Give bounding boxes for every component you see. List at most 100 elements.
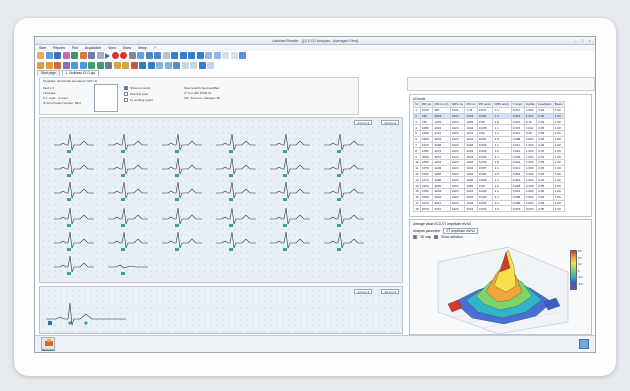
beat-template[interactable] — [216, 156, 256, 178]
help-icon[interactable] — [239, 52, 246, 59]
beat-template[interactable] — [324, 156, 364, 178]
template-2-icon[interactable] — [122, 62, 129, 69]
app-launcher-button[interactable]: Blanket/Sc... — [41, 337, 57, 352]
beat-template[interactable] — [270, 180, 310, 202]
maximize-icon[interactable]: □ — [579, 38, 586, 43]
beat-template[interactable] — [108, 132, 148, 154]
beat-template[interactable] — [324, 230, 364, 252]
alarm-icon[interactable] — [130, 62, 138, 69]
menu-plot[interactable]: Plot — [72, 46, 78, 50]
beat-template[interactable] — [324, 132, 364, 154]
grid-icon[interactable] — [88, 52, 95, 59]
strip-scale-left[interactable]: 24 mm ▾ — [354, 289, 372, 294]
menu-show[interactable]: Show — [123, 46, 131, 50]
beat-template[interactable] — [162, 230, 202, 252]
export-icon[interactable] — [71, 52, 78, 59]
view-3-icon[interactable] — [207, 62, 214, 69]
beat-template[interactable] — [108, 230, 148, 252]
wave-tool-icon[interactable] — [37, 62, 44, 69]
help-corner-icon[interactable] — [579, 339, 589, 349]
cursor-icon[interactable] — [171, 52, 178, 59]
menu-help[interactable]: ? — [154, 46, 156, 50]
scale-dropdown-left[interactable]: 24 mm ▾ — [354, 120, 372, 125]
menu-reports[interactable]: Reports — [53, 46, 65, 50]
show-selection-checkbox[interactable] — [434, 235, 439, 239]
beat-template[interactable] — [162, 206, 202, 228]
view-active-icon[interactable] — [198, 62, 206, 69]
undo-icon[interactable] — [222, 52, 229, 59]
beat-template[interactable] — [108, 180, 148, 202]
paste-icon[interactable] — [164, 62, 172, 69]
play-icon[interactable] — [105, 52, 110, 59]
beat-template[interactable] — [162, 180, 202, 202]
marker-icon[interactable] — [137, 52, 144, 59]
trend-icon[interactable] — [62, 62, 70, 69]
working-report-checkbox[interactable] — [124, 98, 128, 102]
zoom-out-icon[interactable] — [154, 52, 161, 59]
filter-icon[interactable] — [205, 52, 212, 59]
settings-icon[interactable] — [96, 52, 104, 59]
beat-template[interactable] — [324, 180, 364, 202]
open-icon[interactable] — [45, 52, 53, 59]
tab-start-page[interactable]: Start page — [37, 70, 60, 76]
new-file-icon[interactable] — [37, 52, 44, 59]
beat-template[interactable] — [270, 206, 310, 228]
copy-icon[interactable] — [156, 62, 163, 69]
stat-2-icon[interactable] — [147, 62, 155, 69]
3d-map-checkbox[interactable] — [413, 235, 417, 239]
save-icon[interactable] — [54, 52, 61, 59]
beat-template[interactable] — [54, 254, 94, 276]
beat-remove-icon[interactable] — [96, 62, 104, 69]
beat-template[interactable] — [162, 132, 202, 154]
strip-scale-right[interactable]: 24 mm ▾ — [381, 289, 399, 294]
beat-template[interactable] — [216, 180, 256, 202]
chart-icon[interactable] — [79, 52, 87, 59]
beat-template[interactable] — [54, 230, 94, 252]
beat-template[interactable] — [216, 230, 256, 252]
rhythm-strip[interactable]: 24 mm ▾ 24 mm ▾ — [39, 286, 403, 334]
lead-3-icon[interactable] — [196, 52, 204, 59]
beat-template[interactable] — [108, 156, 148, 178]
beat-template[interactable] — [108, 254, 148, 276]
beat-template[interactable] — [54, 206, 94, 228]
menu-acquisition[interactable]: Acquisition — [85, 46, 101, 50]
lead-2-icon[interactable] — [188, 52, 195, 59]
lead-select-icon[interactable] — [105, 62, 112, 69]
beat-template[interactable] — [270, 230, 310, 252]
beat-template[interactable] — [216, 206, 256, 228]
print-icon[interactable] — [62, 52, 70, 59]
ecg-template-grid[interactable]: 24 mm ▾ 24 mm ▾ — [39, 117, 403, 283]
scale-dropdown-right[interactable]: 24 mm ▾ — [381, 120, 399, 125]
measure-icon[interactable] — [213, 52, 221, 59]
zoom-in-icon[interactable] — [145, 52, 153, 59]
beat-template[interactable] — [324, 206, 364, 228]
redo-icon[interactable] — [230, 52, 238, 59]
pause-icon[interactable] — [128, 52, 136, 59]
minimize-icon[interactable]: – — [572, 38, 579, 43]
menu-view[interactable]: View — [108, 46, 115, 50]
3d-surface-plot[interactable] — [418, 242, 586, 334]
view-2-icon[interactable] — [190, 62, 197, 69]
ruler-icon[interactable] — [71, 62, 78, 69]
pick-beat-checkbox[interactable] — [124, 92, 128, 96]
annotate-icon[interactable] — [54, 62, 61, 69]
table-row[interactable]: 18 2070 3210 1024 1044 0.004 1.0 0.015 0.004 0.05… — [413, 205, 565, 213]
stat-icon[interactable] — [139, 62, 146, 69]
tab-multilead-ecg[interactable]: 1. Multilead ECG.tgd — [61, 70, 100, 76]
stop-icon[interactable] — [120, 52, 127, 59]
template-icon[interactable] — [113, 62, 121, 69]
beat-template[interactable] — [270, 156, 310, 178]
menu-setup[interactable]: Setup — [138, 46, 147, 50]
wave-tool-2-icon[interactable] — [45, 62, 53, 69]
lead-1-icon[interactable] — [179, 52, 187, 59]
caliper-icon[interactable] — [79, 62, 87, 69]
beat-template[interactable] — [54, 132, 94, 154]
beat-template[interactable] — [270, 132, 310, 154]
close-icon[interactable]: × — [586, 38, 593, 43]
template-preview[interactable] — [94, 84, 118, 112]
beat-template[interactable] — [108, 206, 148, 228]
beat-template[interactable] — [54, 156, 94, 178]
record-icon[interactable] — [111, 52, 119, 59]
show-on-report-checkbox[interactable] — [124, 86, 128, 90]
beat-template[interactable] — [216, 132, 256, 154]
